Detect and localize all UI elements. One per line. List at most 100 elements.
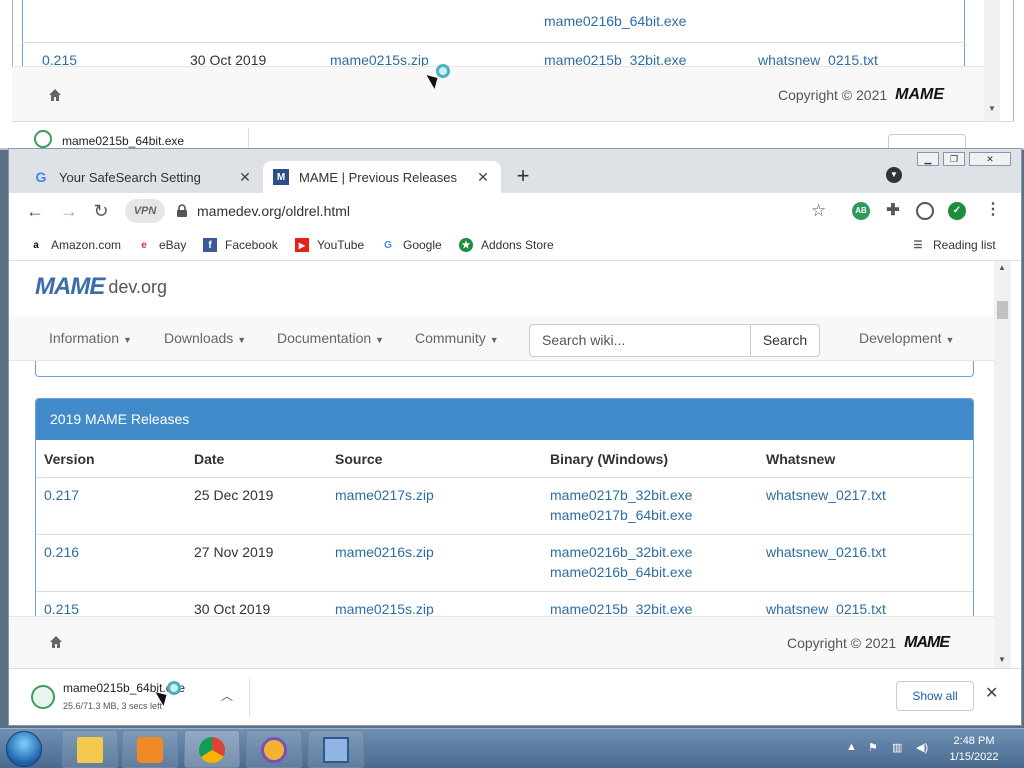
taskbar-vpn-app[interactable]: [246, 730, 302, 768]
close-tab-icon[interactable]: ✕: [237, 169, 253, 185]
lock-icon[interactable]: [175, 204, 189, 218]
mame-favicon-icon: M: [273, 169, 289, 185]
dev-org-text: dev.org: [108, 276, 168, 297]
taskbar-remote-desktop[interactable]: [308, 730, 364, 768]
taskbar-media-player[interactable]: [122, 730, 178, 768]
download-separator: [249, 677, 250, 717]
profile-avatar-icon[interactable]: [916, 202, 934, 220]
shield-check-extension-icon[interactable]: ✓: [948, 202, 966, 220]
taskbar-chrome[interactable]: [184, 730, 240, 768]
site-logo[interactable]: MAME dev.org: [35, 273, 167, 301]
network-icon[interactable]: ▥: [892, 741, 902, 754]
tab-title: MAME | Previous Releases: [299, 169, 457, 185]
vpn-extension-badge[interactable]: VPN: [125, 199, 165, 223]
facebook-icon: f: [203, 238, 217, 252]
page-vertical-scrollbar[interactable]: ▲ ▼: [994, 261, 1011, 668]
scrollbar-thumb[interactable]: [997, 301, 1008, 319]
bookmark-label: Google: [403, 238, 442, 252]
tab-safesearch[interactable]: G Your SafeSearch Setting ✕: [23, 161, 263, 193]
chrome-icon: [199, 737, 225, 763]
new-tab-button[interactable]: +: [511, 165, 535, 189]
bg-footer-mame-logo: MAME: [895, 86, 945, 103]
addons-store-icon: ★: [459, 238, 473, 252]
bookmark-ebay[interactable]: e eBay: [137, 229, 186, 261]
bookmark-addons-store[interactable]: ★ Addons Store: [459, 229, 554, 261]
scroll-down-arrow-icon[interactable]: ▼: [988, 104, 996, 113]
nav-downloads[interactable]: Downloads ▼: [164, 330, 246, 346]
scroll-down-arrow-icon[interactable]: ▼: [998, 655, 1006, 664]
scroll-up-arrow-icon[interactable]: ▲: [998, 263, 1006, 272]
bookmark-google[interactable]: G Google: [381, 229, 442, 261]
home-icon[interactable]: [48, 88, 62, 102]
search-wiki-input[interactable]: Search wiki...: [529, 324, 751, 357]
close-tab-icon[interactable]: ✕: [475, 169, 491, 185]
tray-expand-icon[interactable]: ▲: [846, 741, 857, 753]
site-nav-menu: Information ▼ Downloads ▼ Documentation ▼ C…: [9, 317, 994, 361]
reading-list-label: Reading list: [933, 238, 996, 252]
chevron-up-icon[interactable]: ︿: [221, 687, 233, 704]
source-link[interactable]: mame0216s.zip: [335, 542, 434, 562]
bg-vertical-scrollbar[interactable]: ▼: [984, 0, 1000, 121]
tab-search-chevron-icon[interactable]: ▼: [886, 167, 902, 183]
bg-row-binary-link[interactable]: mame0216b_64bit.exe: [544, 13, 686, 29]
extensions-puzzle-icon[interactable]: ✚: [884, 202, 902, 220]
nav-community[interactable]: Community ▼: [415, 330, 499, 346]
bg-page-footer: Copyright © 2021 MAME: [12, 66, 984, 121]
bookmark-facebook[interactable]: f Facebook: [203, 229, 278, 261]
close-window-button[interactable]: ✕: [969, 152, 1011, 166]
background-browser-window[interactable]: mame0216b_64bit.exe 0.215 30 Oct 2019 ma…: [0, 0, 1024, 150]
search-button[interactable]: Search: [750, 324, 820, 357]
binary-64bit-link[interactable]: mame0217b_64bit.exe: [550, 505, 692, 525]
caret-down-icon: ▼: [489, 335, 499, 345]
version-link[interactable]: 0.217: [44, 485, 79, 505]
back-arrow-icon[interactable]: ←: [23, 199, 47, 223]
nav-label: Development: [859, 330, 942, 346]
bookmark-youtube[interactable]: ▶ YouTube: [295, 229, 364, 261]
binary-32bit-link[interactable]: mame0217b_32bit.exe: [550, 485, 692, 505]
amazon-icon: a: [33, 239, 39, 251]
version-link[interactable]: 0.216: [44, 542, 79, 562]
bg-download-name[interactable]: mame0215b_64bit.exe: [62, 134, 184, 148]
minimize-button[interactable]: ▁: [917, 152, 939, 166]
close-download-shelf-icon[interactable]: ✕: [985, 683, 998, 703]
address-bar[interactable]: mamedev.org/oldrel.html: [169, 198, 839, 224]
url-text[interactable]: mamedev.org/oldrel.html: [197, 203, 350, 219]
nav-development[interactable]: Development ▼: [859, 330, 954, 346]
copyright-text: Copyright © 2021: [787, 635, 897, 651]
nav-label: Documentation: [277, 330, 372, 346]
copyright: Copyright © 2021 MAME: [787, 634, 950, 652]
bookmark-amazon[interactable]: a Amazon.com: [29, 229, 121, 261]
bg-row-divider: [22, 42, 965, 43]
clock-time: 2:48 PM: [953, 735, 995, 747]
browser-menu-icon[interactable]: ⋮: [985, 199, 1001, 219]
action-center-flag-icon[interactable]: ⚑: [868, 741, 878, 754]
bookmark-star-icon[interactable]: ☆: [811, 201, 826, 221]
release-date: 27 Nov 2019: [194, 544, 274, 560]
download-file-icon[interactable]: [31, 685, 55, 709]
forward-arrow-icon[interactable]: →: [57, 199, 81, 223]
youtube-icon: ▶: [295, 238, 309, 252]
tab-mame-previous-releases[interactable]: M MAME | Previous Releases ✕: [263, 161, 501, 193]
whatsnew-link[interactable]: whatsnew_0217.txt: [766, 485, 886, 505]
binary-64bit-link[interactable]: mame0216b_64bit.exe: [550, 562, 692, 582]
volume-icon[interactable]: ◀): [916, 741, 928, 754]
taskbar-explorer[interactable]: [62, 730, 118, 768]
bg-download-separator: [248, 128, 249, 148]
reading-list-button[interactable]: ☰ Reading list: [911, 229, 996, 261]
col-binary: Binary (Windows): [550, 451, 669, 467]
nav-information[interactable]: Information ▼: [49, 330, 132, 346]
whatsnew-link[interactable]: whatsnew_0216.txt: [766, 542, 886, 562]
system-clock[interactable]: 2:48 PM 1/15/2022: [942, 733, 1006, 765]
home-icon[interactable]: [49, 635, 63, 649]
reload-icon[interactable]: ↻: [89, 199, 113, 223]
adblock-extension-icon[interactable]: AB: [852, 202, 870, 220]
bookmark-label: Amazon.com: [51, 238, 122, 252]
start-button[interactable]: [6, 731, 42, 767]
nav-documentation[interactable]: Documentation ▼: [277, 330, 384, 346]
binary-32bit-link[interactable]: mame0216b_32bit.exe: [550, 542, 692, 562]
source-link[interactable]: mame0217s.zip: [335, 485, 434, 505]
browser-toolbar: ← → ↻ VPN mamedev.org/oldrel.html ☆ AB ✚…: [9, 193, 1021, 229]
maximize-button[interactable]: ❐: [943, 152, 965, 166]
show-all-button[interactable]: Show all: [896, 681, 974, 711]
main-browser-window[interactable]: G Your SafeSearch Setting ✕ M MAME | Pre…: [8, 148, 1022, 726]
